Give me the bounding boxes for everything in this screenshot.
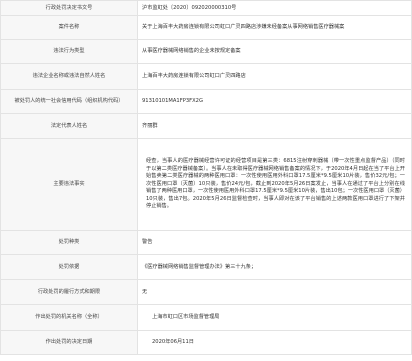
row-label: 违法行为类型: [0, 39, 138, 64]
row-label: 违法企业名称或违法自然人姓名: [0, 63, 138, 90]
violation-type: 从事医疗器械网络销售的企业未按规定备案: [137, 39, 412, 64]
table-row: 处罚依据 《医疗器械网络销售监督管理办法》第三十九条；: [0, 254, 412, 280]
credit-code: 91310101MA1FP3FX2G: [137, 89, 412, 114]
row-label: 处罚依据: [0, 254, 138, 280]
row-label: 行政处罚决定书文号: [0, 0, 138, 16]
row-label: 主要违法事实: [0, 138, 138, 231]
table-row: 法定代表人姓名 齐丽群: [0, 113, 412, 139]
penalty-decision-table: 行政处罚决定书文号 沪市监虹处〔2020〕092020000310号 案件名称 …: [0, 0, 412, 355]
execution-method: 无: [137, 279, 412, 305]
table-row: 作出处罚的决定日期 2020年06月11日: [0, 330, 412, 355]
case-name: 关于上海百丰大药房连锁有限公司虹口广灵四路店涉嫌未经备案从事网络销售医疗器械案: [137, 15, 412, 40]
row-label: 被处罚人的统一社会信用代码（组织机构代码）: [0, 89, 138, 114]
table-row: 违法企业名称或违法自然人姓名 上海百丰大药房连锁有限公司虹口广灵四路店: [0, 63, 412, 90]
row-label: 作出处罚的机关名称（全称）: [0, 304, 138, 331]
row-label: 法定代表人姓名: [0, 113, 138, 139]
row-label: 处罚种类: [0, 230, 138, 255]
row-label: 作出处罚的决定日期: [0, 330, 138, 355]
table-row: 案件名称 关于上海百丰大药房连锁有限公司虹口广灵四路店涉嫌未经备案从事网络销售医…: [0, 15, 412, 40]
penalty-type: 警告: [137, 230, 412, 255]
table-row: 行政处罚的履行方式和期限 无: [0, 279, 412, 305]
penalty-basis: 《医疗器械网络销售监督管理办法》第三十九条；: [137, 254, 412, 280]
row-label: 案件名称: [0, 15, 138, 40]
decision-number: 沪市监虹处〔2020〕092020000310号: [137, 0, 412, 16]
legal-representative: 齐丽群: [137, 113, 412, 139]
row-label: 行政处罚的履行方式和期限: [0, 279, 138, 305]
table-row: 违法行为类型 从事医疗器械网络销售的企业未按规定备案: [0, 39, 412, 64]
violator-name: 上海百丰大药房连锁有限公司虹口广灵四路店: [137, 63, 412, 90]
table-row: 行政处罚决定书文号 沪市监虹处〔2020〕092020000310号: [0, 0, 412, 16]
table-row: 被处罚人的统一社会信用代码（组织机构代码） 91310101MA1FP3FX2G: [0, 89, 412, 114]
decision-date: 2020年06月11日: [137, 330, 412, 355]
table-row: 主要违法事实 经查，当事人的医疗器械经营许可证的经营项目是第三类：6815注射穿…: [0, 138, 412, 231]
authority-name: 上海市虹口区市场监督管理局: [137, 304, 412, 331]
table-row: 作出处罚的机关名称（全称） 上海市虹口区市场监督管理局: [0, 304, 412, 331]
main-facts: 经查，当事人的医疗器械经营许可证的经营项目是第三类：6815注射穿刺器械（带一次…: [137, 138, 412, 231]
table-row: 处罚种类 警告: [0, 230, 412, 255]
